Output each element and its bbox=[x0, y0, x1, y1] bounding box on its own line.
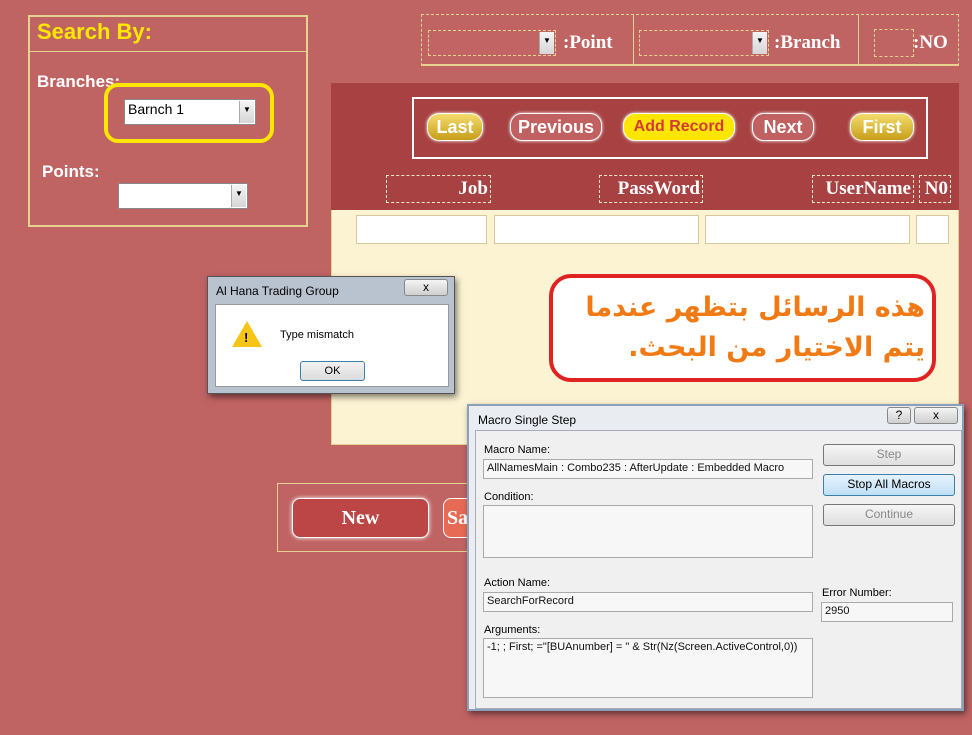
annotation-text: هذه الرسائل بتظهر عندما يتم الاختيار من … bbox=[585, 292, 925, 363]
new-button[interactable]: New bbox=[292, 498, 429, 538]
close-icon: x bbox=[423, 280, 429, 294]
branch-filter-combo[interactable]: ▼ bbox=[639, 30, 769, 56]
msgbox-ok-button[interactable]: OK bbox=[300, 361, 365, 381]
column-no: N0 bbox=[919, 175, 951, 203]
msgbox-close-button[interactable]: x bbox=[404, 279, 448, 296]
branch-label: :Branch bbox=[774, 32, 841, 53]
action-name-field: SearchForRecord bbox=[483, 592, 813, 612]
macro-name-label: Macro Name: bbox=[484, 444, 551, 456]
arguments-label: Arguments: bbox=[484, 624, 541, 636]
filter-divider bbox=[633, 14, 634, 66]
action-name-label: Action Name: bbox=[484, 577, 551, 589]
column-password: PassWord bbox=[599, 175, 703, 203]
search-panel: Search By: Branches: Barnch 1 ▼ Points: … bbox=[28, 15, 308, 227]
column-username: UserName bbox=[812, 175, 914, 203]
macro-title: Macro Single Step bbox=[478, 413, 577, 427]
condition-field bbox=[483, 505, 813, 558]
search-title-divider bbox=[30, 51, 306, 52]
close-icon: x bbox=[933, 408, 939, 422]
error-number-field: 2950 bbox=[821, 602, 953, 622]
no-label: :NO bbox=[913, 32, 948, 53]
warning-icon-mark: ! bbox=[244, 330, 249, 345]
macro-name-field: AllNamesMain : Combo235 : AfterUpdate : … bbox=[483, 459, 813, 479]
row-job-field[interactable] bbox=[356, 215, 487, 244]
add-record-button[interactable]: Add Record bbox=[623, 113, 735, 141]
row-username-field[interactable] bbox=[705, 215, 910, 244]
previous-button[interactable]: Previous bbox=[510, 113, 602, 141]
row-password-field[interactable] bbox=[494, 215, 699, 244]
no-field[interactable] bbox=[874, 29, 914, 57]
points-label: Points: bbox=[42, 162, 100, 181]
chevron-down-icon[interactable]: ▼ bbox=[239, 101, 254, 123]
filter-divider bbox=[858, 14, 859, 66]
chevron-down-icon[interactable]: ▼ bbox=[752, 32, 767, 54]
help-icon: ? bbox=[895, 408, 903, 422]
chevron-down-icon[interactable]: ▼ bbox=[539, 32, 554, 54]
branch-combo-value: Barnch 1 bbox=[128, 101, 185, 117]
macro-window: Macro Single Step ? x Macro Name: AllNam… bbox=[467, 404, 964, 711]
continue-button[interactable]: Continue bbox=[823, 504, 955, 526]
point-label: :Point bbox=[563, 32, 613, 53]
points-combo[interactable]: ▼ bbox=[118, 183, 248, 209]
row-no-field[interactable] bbox=[916, 215, 949, 244]
arguments-field: -1; ; First; ="[BUAnumber] = " & Str(Nz(… bbox=[483, 638, 813, 698]
msgbox-title: Al Hana Trading Group bbox=[216, 284, 339, 298]
step-button[interactable]: Step bbox=[823, 444, 955, 466]
stop-all-macros-button[interactable]: Stop All Macros bbox=[823, 474, 955, 496]
macro-close-button[interactable]: x bbox=[914, 407, 958, 424]
next-button[interactable]: Next bbox=[752, 113, 814, 141]
msgbox-message: Type mismatch bbox=[280, 329, 354, 341]
column-job: Job bbox=[386, 175, 491, 203]
chevron-down-icon[interactable]: ▼ bbox=[231, 185, 246, 207]
msgbox-window: Al Hana Trading Group x ! Type mismatch … bbox=[207, 276, 455, 394]
point-combo[interactable]: ▼ bbox=[428, 30, 556, 56]
top-filter-underline bbox=[421, 64, 959, 66]
last-button[interactable]: Last bbox=[427, 113, 483, 141]
branch-combo[interactable]: Barnch 1 ▼ bbox=[124, 99, 256, 125]
macro-help-button[interactable]: ? bbox=[887, 407, 911, 424]
search-panel-title: Search By: bbox=[37, 19, 152, 44]
error-number-label: Error Number: bbox=[822, 587, 892, 599]
first-button[interactable]: First bbox=[850, 113, 914, 141]
condition-label: Condition: bbox=[484, 491, 534, 503]
